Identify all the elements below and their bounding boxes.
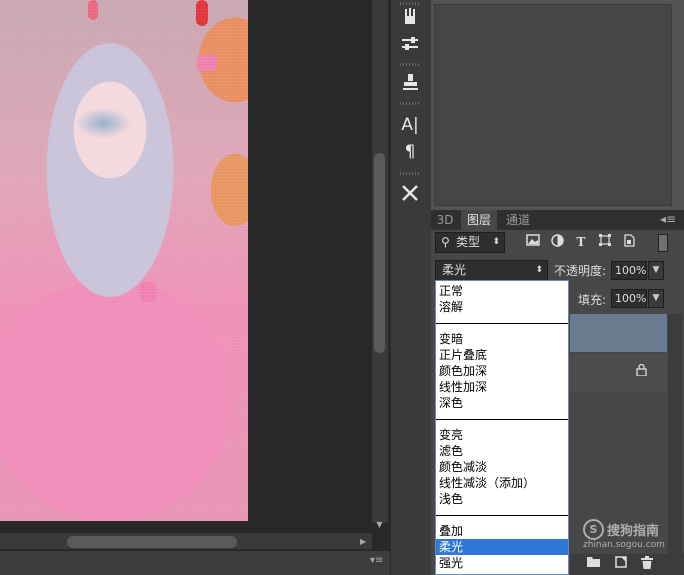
dock-grip[interactable] bbox=[400, 172, 420, 175]
horizontal-scroll-thumb[interactable] bbox=[67, 536, 237, 548]
filter-toggle-switch[interactable] bbox=[658, 234, 668, 252]
scroll-right-icon[interactable]: ▶ bbox=[360, 537, 366, 546]
blend-option[interactable]: 浅色 bbox=[436, 491, 568, 507]
blend-option[interactable]: 正片叠底 bbox=[436, 347, 568, 363]
blend-option[interactable]: 颜色减淡 bbox=[436, 459, 568, 475]
tab-3d[interactable]: 3D bbox=[433, 210, 457, 230]
scroll-down-icon[interactable]: ▼ bbox=[374, 520, 385, 530]
paragraph-icon[interactable]: ¶ bbox=[398, 141, 422, 163]
character-icon[interactable]: A| bbox=[398, 114, 422, 136]
lock-icon bbox=[636, 363, 647, 379]
panel-menu-icon[interactable]: ◂≡ bbox=[660, 212, 676, 226]
document-image bbox=[0, 0, 248, 521]
blend-option[interactable]: 正常 bbox=[436, 283, 568, 299]
layer-row-selected[interactable] bbox=[570, 314, 667, 352]
adjustments-icon[interactable] bbox=[398, 34, 422, 56]
blend-option-selected[interactable]: 柔光 bbox=[436, 539, 568, 555]
new-layer-icon[interactable] bbox=[615, 556, 627, 571]
panel-menu-icon[interactable]: ▾≡ bbox=[370, 555, 383, 566]
brush-tools-icon[interactable] bbox=[398, 6, 422, 28]
chevron-down-icon[interactable]: ▼ bbox=[648, 289, 664, 308]
dock-grip[interactable] bbox=[400, 2, 420, 5]
fill-input[interactable]: 100% bbox=[611, 289, 647, 308]
blend-mode-select[interactable]: 柔光 ⬍ bbox=[435, 260, 548, 281]
blend-option[interactable]: 线性减淡（添加） bbox=[436, 475, 568, 491]
blend-mode-value: 柔光 bbox=[442, 263, 467, 277]
watermark-text: 搜狗指南 bbox=[607, 524, 660, 539]
type-layer-filter-icon[interactable]: T bbox=[573, 234, 589, 250]
watermark-url: zhinan.sogou.com bbox=[583, 540, 665, 550]
filter-kind-select[interactable]: ⚲ 类型 ⬍ bbox=[435, 232, 505, 253]
divider bbox=[436, 323, 568, 324]
trash-icon[interactable] bbox=[641, 556, 653, 572]
pixel-layer-filter-icon[interactable] bbox=[525, 234, 541, 250]
opacity-input[interactable]: 100% bbox=[611, 261, 647, 280]
clone-stamp-icon[interactable] bbox=[398, 72, 422, 94]
blend-option[interactable]: 线性加深 bbox=[436, 379, 568, 395]
dock-grip[interactable] bbox=[400, 102, 420, 105]
chevron-updown-icon: ⬍ bbox=[492, 237, 500, 247]
layer-row[interactable] bbox=[570, 354, 667, 392]
vertical-scroll-thumb[interactable] bbox=[374, 153, 385, 353]
watermark: S 搜狗指南 zhinan.sogou.com bbox=[583, 517, 673, 553]
blend-option[interactable]: 溶解 bbox=[436, 299, 568, 315]
blend-option[interactable]: 滤色 bbox=[436, 443, 568, 459]
search-icon: ⚲ bbox=[441, 235, 450, 249]
tab-layers[interactable]: 图层 bbox=[461, 210, 497, 230]
adjustment-layer-filter-icon[interactable] bbox=[549, 234, 565, 250]
upper-panel-content bbox=[434, 4, 672, 206]
blend-mode-dropdown-list: 正常 溶解 变暗 正片叠底 颜色加深 线性加深 深色 变亮 滤色 颜色减淡 线性… bbox=[435, 280, 569, 575]
divider bbox=[436, 419, 568, 420]
tools-preset-icon[interactable] bbox=[398, 183, 422, 205]
blend-option[interactable]: 变暗 bbox=[436, 331, 568, 347]
smart-object-filter-icon[interactable] bbox=[621, 234, 637, 250]
fill-label: 填充: bbox=[578, 293, 607, 307]
chevron-updown-icon: ⬍ bbox=[535, 265, 543, 275]
divider bbox=[436, 515, 568, 516]
filter-kind-label: 类型 bbox=[456, 235, 481, 249]
blend-option[interactable]: 颜色加深 bbox=[436, 363, 568, 379]
chevron-down-icon[interactable]: ▼ bbox=[648, 261, 664, 280]
tab-channels[interactable]: 通道 bbox=[502, 210, 534, 230]
opacity-label: 不透明度: bbox=[554, 264, 607, 278]
shape-layer-filter-icon[interactable] bbox=[597, 234, 613, 250]
blend-option[interactable]: 强光 bbox=[436, 555, 568, 571]
dock-grip[interactable] bbox=[400, 63, 420, 66]
blend-option[interactable]: 变亮 bbox=[436, 427, 568, 443]
sogou-logo-icon: S bbox=[583, 519, 604, 540]
status-bar bbox=[0, 551, 430, 575]
blend-option[interactable]: 叠加 bbox=[436, 523, 568, 539]
new-group-icon[interactable] bbox=[587, 556, 600, 570]
blend-option[interactable]: 深色 bbox=[436, 395, 568, 411]
